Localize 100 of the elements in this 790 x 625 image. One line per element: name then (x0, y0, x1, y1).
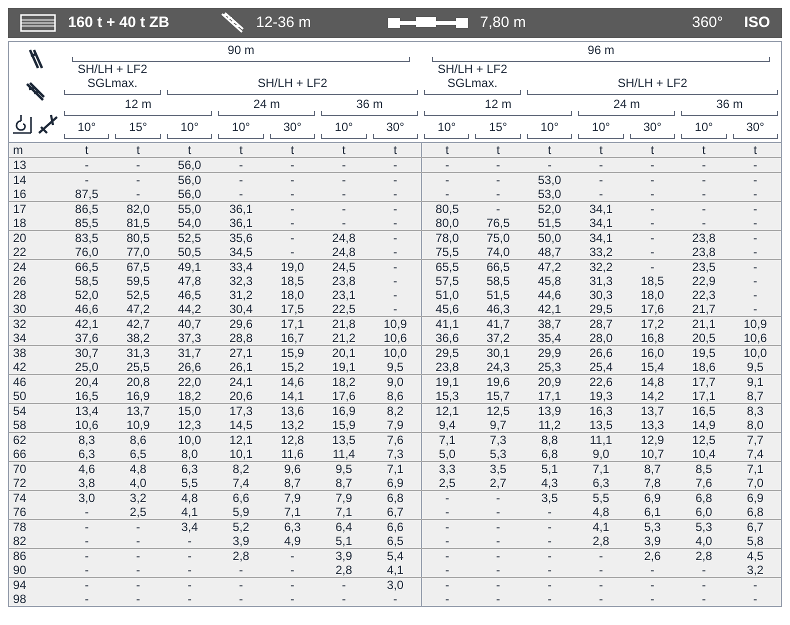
load-cell-text: - (392, 158, 398, 172)
load-cell-text: 2,6 (643, 549, 662, 563)
load-cell-text: 54,0 (176, 216, 202, 230)
load-cell-text: 10,4 (691, 447, 717, 461)
jib-length: 12 m (124, 98, 152, 111)
load-cell-text: 6,7 (386, 505, 405, 519)
load-cell-text: 20,4 (74, 375, 100, 389)
load-cell-text: - (392, 302, 398, 316)
load-cell-text: 24,8 (331, 245, 357, 259)
load-cell-text: - (289, 563, 296, 577)
outrigger-base-label: 7,80 m (480, 12, 527, 33)
load-cell: 75,5 (420, 245, 472, 259)
jib-length: 24 m (612, 98, 642, 111)
load-cell-text: 3,2 (128, 491, 148, 505)
load-cell-text: 2,8 (334, 563, 354, 577)
load-cell-text: 66,5 (485, 260, 511, 274)
load-cell-text: 5,5 (180, 476, 199, 490)
load-cell-text: 7,3 (488, 433, 508, 447)
load-cell-text: 4,0 (694, 534, 714, 548)
load-cell-text: 10,0 (742, 346, 768, 360)
load-cell: 19,1 (420, 375, 472, 389)
load-cell-text: - (340, 592, 347, 606)
load-cell-text: 20,6 (228, 389, 254, 403)
load-cell-text: - (546, 534, 553, 548)
load-cell: - (420, 534, 472, 548)
load-cell-text: 11,4 (332, 447, 356, 461)
load-cell-text: - (700, 563, 707, 577)
load-cell-text: 80,5 (125, 231, 151, 245)
load-cell-text: - (238, 187, 244, 201)
load-cell-text: - (649, 187, 656, 201)
load-cell-text: 6,3 (283, 520, 302, 534)
load-cell-text: 2,7 (488, 476, 508, 490)
load-cell-text: 18,6 (691, 360, 717, 374)
load-cell-text: - (495, 578, 502, 592)
load-cell-text: 3,4 (180, 520, 199, 534)
load-cell-text: 23,5 (691, 260, 717, 274)
luffing-angle: 30° (282, 121, 302, 134)
radius-cell-text: 72 (12, 476, 28, 490)
load-cell-text: 75,0 (485, 231, 511, 245)
load-cell-text: - (238, 563, 244, 577)
luffing-angle: 10° (436, 121, 457, 134)
load-cell-text: 11,1 (588, 433, 614, 447)
load-cell-text: 25,4 (588, 360, 614, 374)
unit-label: t (420, 143, 472, 157)
load-cell-text: 52,0 (74, 288, 100, 302)
load-cell-text: - (495, 549, 502, 563)
main-boom-length: 90 m (226, 44, 256, 57)
load-cell-text: - (752, 288, 758, 302)
radius-cell-text: 22 (12, 245, 28, 259)
load-cell-text: 56,0 (176, 187, 202, 201)
load-cell-text: - (289, 216, 296, 230)
load-cell-text: 81,5 (125, 216, 151, 230)
load-cell-text: 3,0 (386, 578, 405, 592)
load-cell-text: - (598, 158, 604, 172)
load-cell-text: 35,4 (536, 331, 562, 345)
load-cell-text: 9,0 (592, 447, 610, 461)
load-cell-text: 17,6 (640, 302, 666, 316)
load-cell-text: - (495, 534, 502, 548)
luffing-angle: 10° (590, 121, 612, 134)
load-cell: - (420, 578, 472, 592)
radius-cell-text: 76 (12, 505, 28, 519)
load-cell-text: 21,7 (691, 302, 717, 316)
radius-cell-text: 26 (12, 274, 28, 288)
luffing-angle: 10° (539, 121, 560, 134)
load-cell-text: 5,3 (643, 520, 662, 534)
load-cell-text: 47,2 (536, 260, 562, 274)
radius-cell-text: 32 (12, 317, 28, 331)
radius-cell-text: 34 (12, 331, 28, 345)
load-cell-text: 7,0 (746, 476, 765, 490)
load-cell-text: 2,8 (232, 549, 250, 563)
radius-cell-text: 66 (12, 447, 28, 461)
load-cell-text: 16,5 (691, 404, 717, 418)
load-cell-text: 41,7 (485, 317, 511, 331)
unit-label: t (495, 143, 501, 157)
load-cell-text: - (495, 491, 502, 505)
load-cell-text: 22,0 (176, 375, 202, 389)
load-cell-text: - (135, 578, 142, 592)
load-cell-text: 31,3 (588, 274, 614, 288)
load-cell-text: - (186, 578, 193, 592)
load-cell-text: - (392, 231, 398, 245)
load-cell-text: 9,5 (746, 360, 765, 374)
load-cell-text: 19,0 (280, 260, 306, 274)
load-cell-text: - (84, 173, 90, 187)
load-cell-text: 10,6 (74, 418, 100, 432)
load-cell-text: - (752, 302, 758, 316)
load-cell-text: - (649, 158, 656, 172)
load-cell-text: 20,5 (691, 331, 717, 345)
load-cell-text: 58,5 (74, 274, 100, 288)
load-cell: 41,1 (420, 317, 472, 331)
load-cell-text: 6,8 (694, 491, 714, 505)
load-cell-text: 12,8 (280, 433, 306, 447)
load-cell-text: 76,0 (74, 245, 100, 259)
load-cell-text: 21,1 (691, 317, 717, 331)
load-cell-text: 31,3 (125, 346, 151, 360)
load-cell-text: 31,7 (176, 346, 202, 360)
load-cell-text: - (289, 202, 296, 216)
load-cell-text: 5,8 (746, 534, 765, 548)
load-cell-text: - (700, 578, 707, 592)
load-cell-text: - (84, 158, 90, 172)
load-cell-text: - (649, 578, 656, 592)
